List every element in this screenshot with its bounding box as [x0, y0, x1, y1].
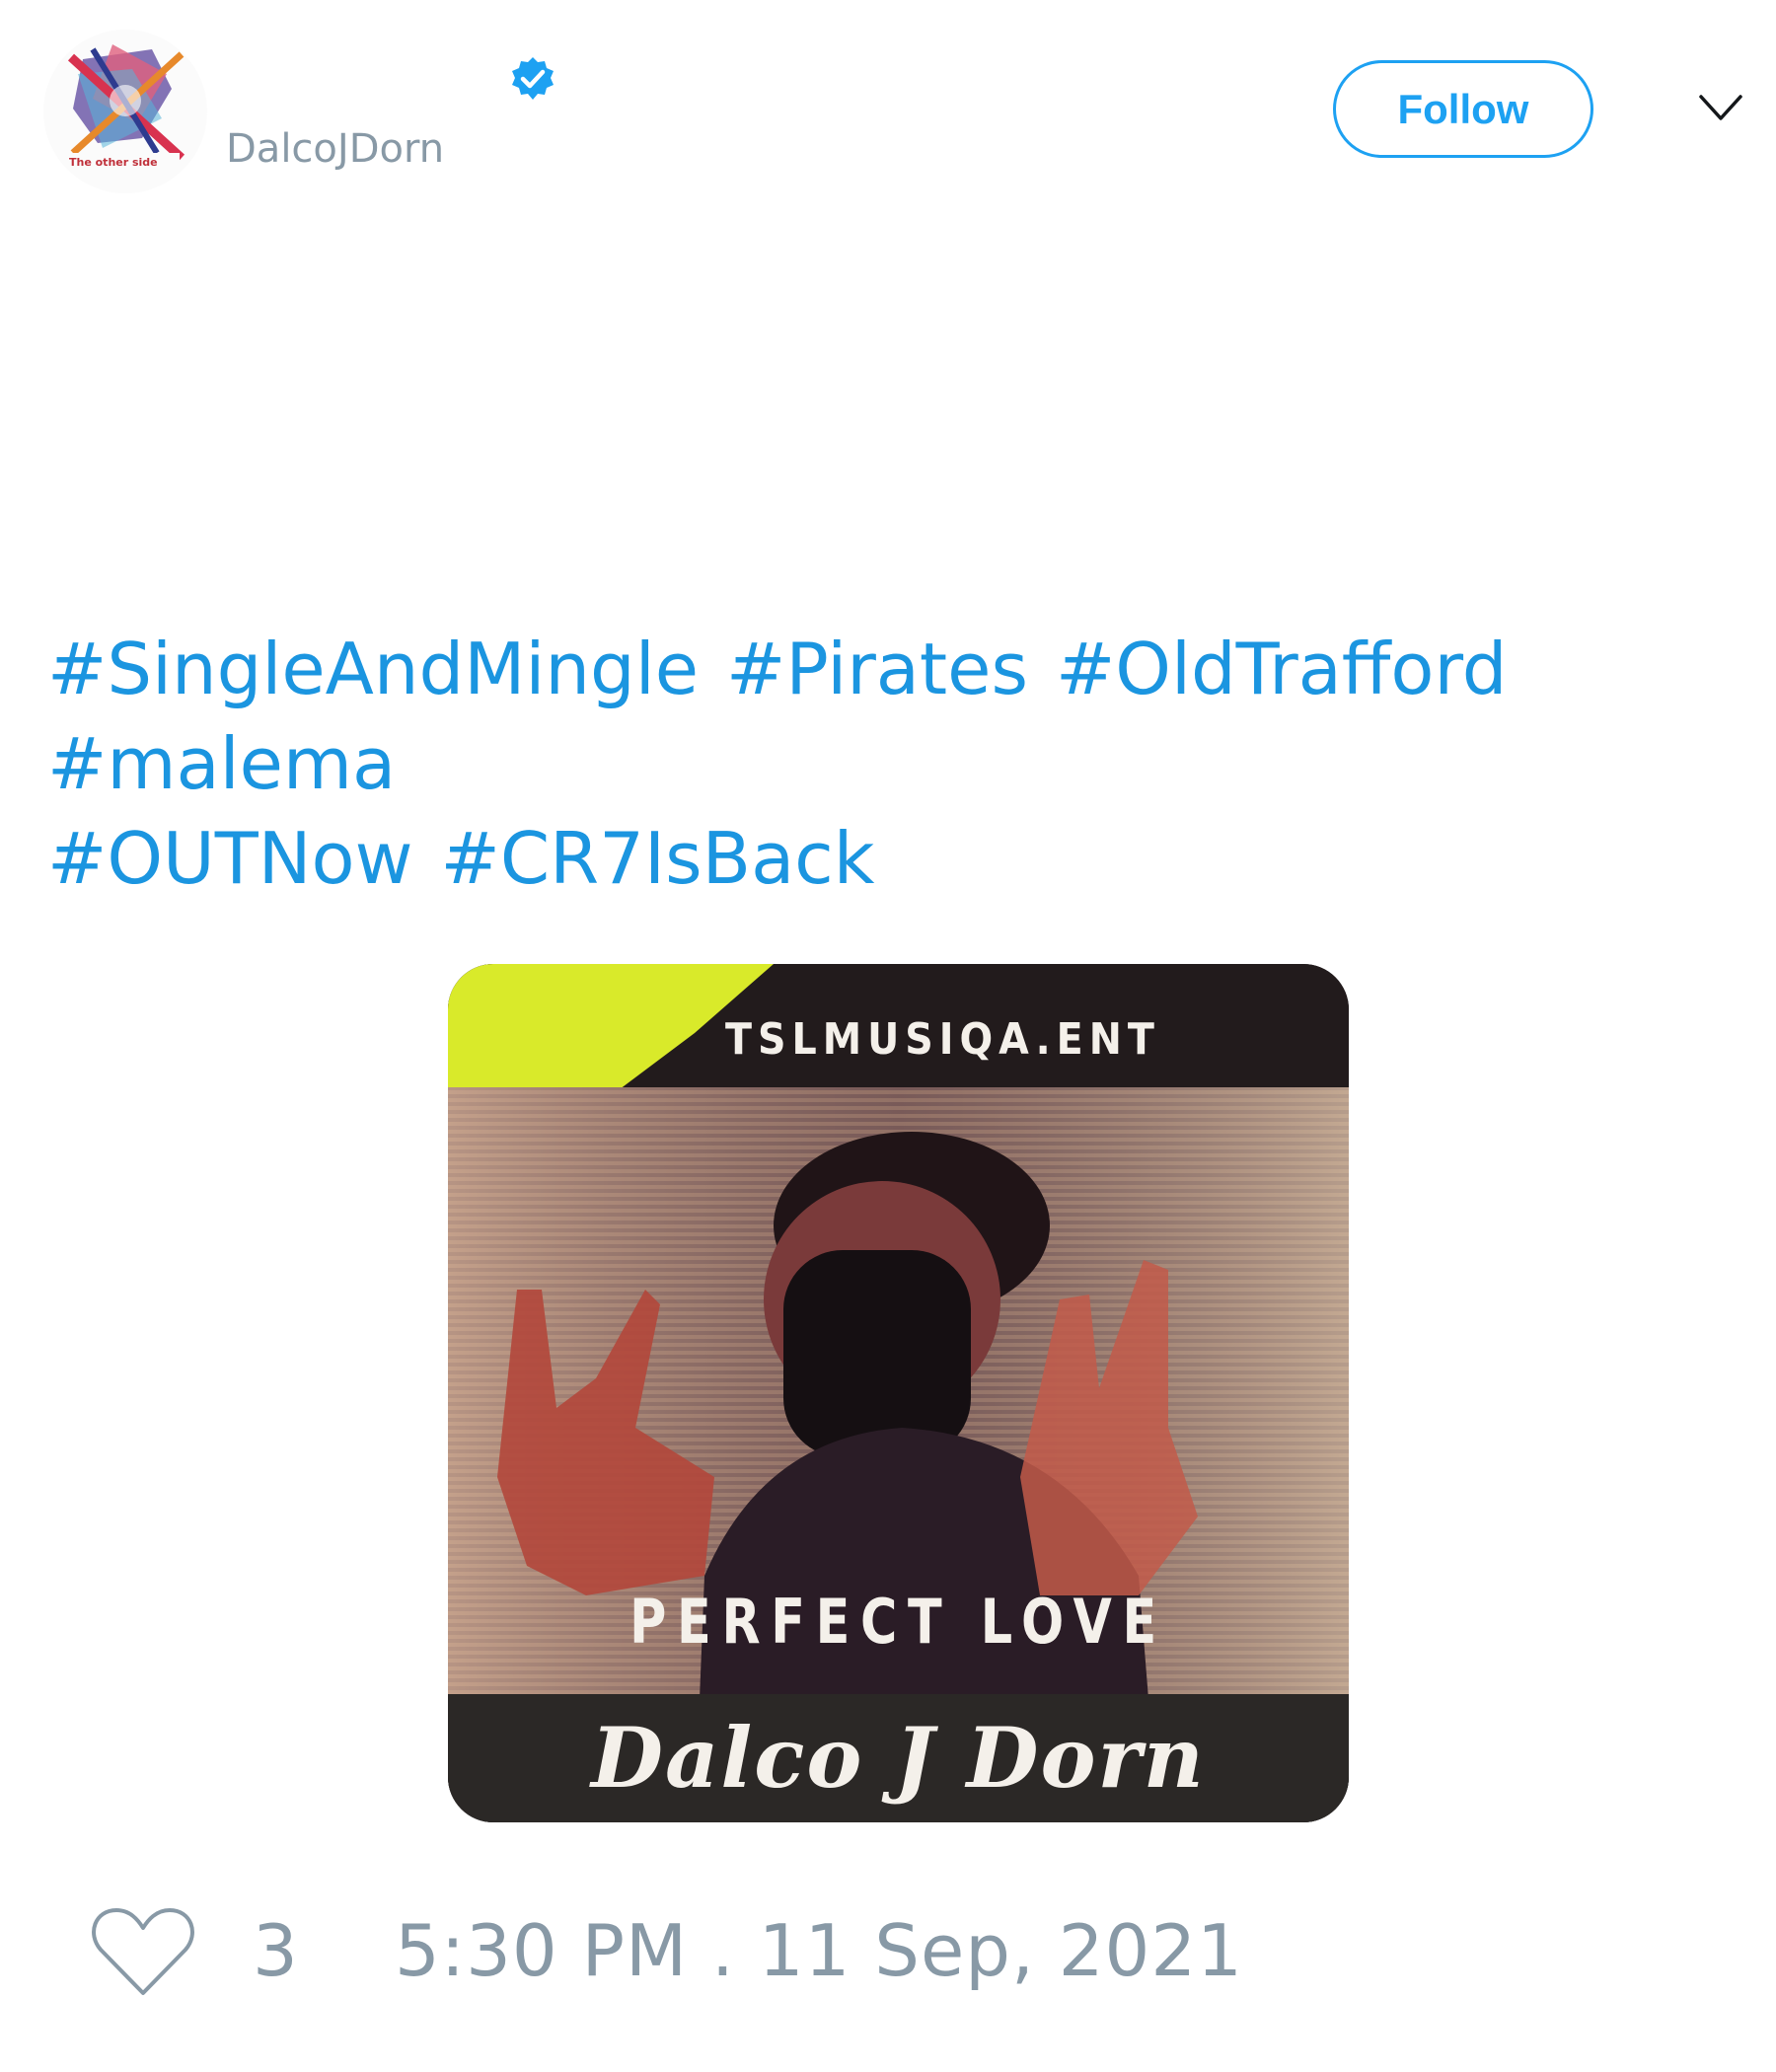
follow-button[interactable]: Follow: [1333, 60, 1593, 158]
hashtag-link[interactable]: #CR7IsBack: [440, 817, 874, 900]
avatar-logo: [43, 30, 207, 193]
hashtag-link[interactable]: #SingleAndMingle: [47, 628, 699, 710]
tweet-line: #OUTNow #CR7IsBack: [47, 811, 1725, 906]
user-handle[interactable]: DalcoJDorn: [226, 126, 444, 172]
chevron-down-icon[interactable]: [1697, 91, 1744, 124]
hashtag-link[interactable]: #OldTrafford: [1056, 628, 1508, 710]
album-artist-text: Dalco J Dorn: [591, 1709, 1206, 1807]
avatar-caption: The other side: [69, 156, 158, 169]
tweet-text: #SingleAndMingle #Pirates #OldTrafford #ma…: [47, 622, 1725, 906]
tweet-line: #SingleAndMingle #Pirates #OldTrafford: [47, 622, 1725, 716]
like-count: 3: [253, 1909, 298, 1992]
album-title-text: PERFECT LOVE: [629, 1586, 1167, 1658]
album-cover-image: [448, 964, 1349, 1822]
hashtag-link[interactable]: #OUTNow: [47, 817, 412, 900]
hashtag-link[interactable]: #Pirates: [726, 628, 1028, 710]
hashtag-link[interactable]: #malema: [47, 722, 396, 805]
heart-icon[interactable]: [89, 1904, 197, 1999]
tweet-timestamp[interactable]: 5:30 PM . 11 Sep, 2021: [395, 1909, 1243, 1992]
tweet-line: #malema: [47, 716, 1725, 811]
avatar[interactable]: [43, 30, 207, 193]
tweet-media[interactable]: TSLMUSIQA.ENT PERFECT LOVE Dalco J Dorn: [448, 964, 1349, 1822]
verified-badge-icon: [512, 57, 554, 100]
album-label-text: TSLMUSIQA.ENT: [725, 1014, 1160, 1065]
